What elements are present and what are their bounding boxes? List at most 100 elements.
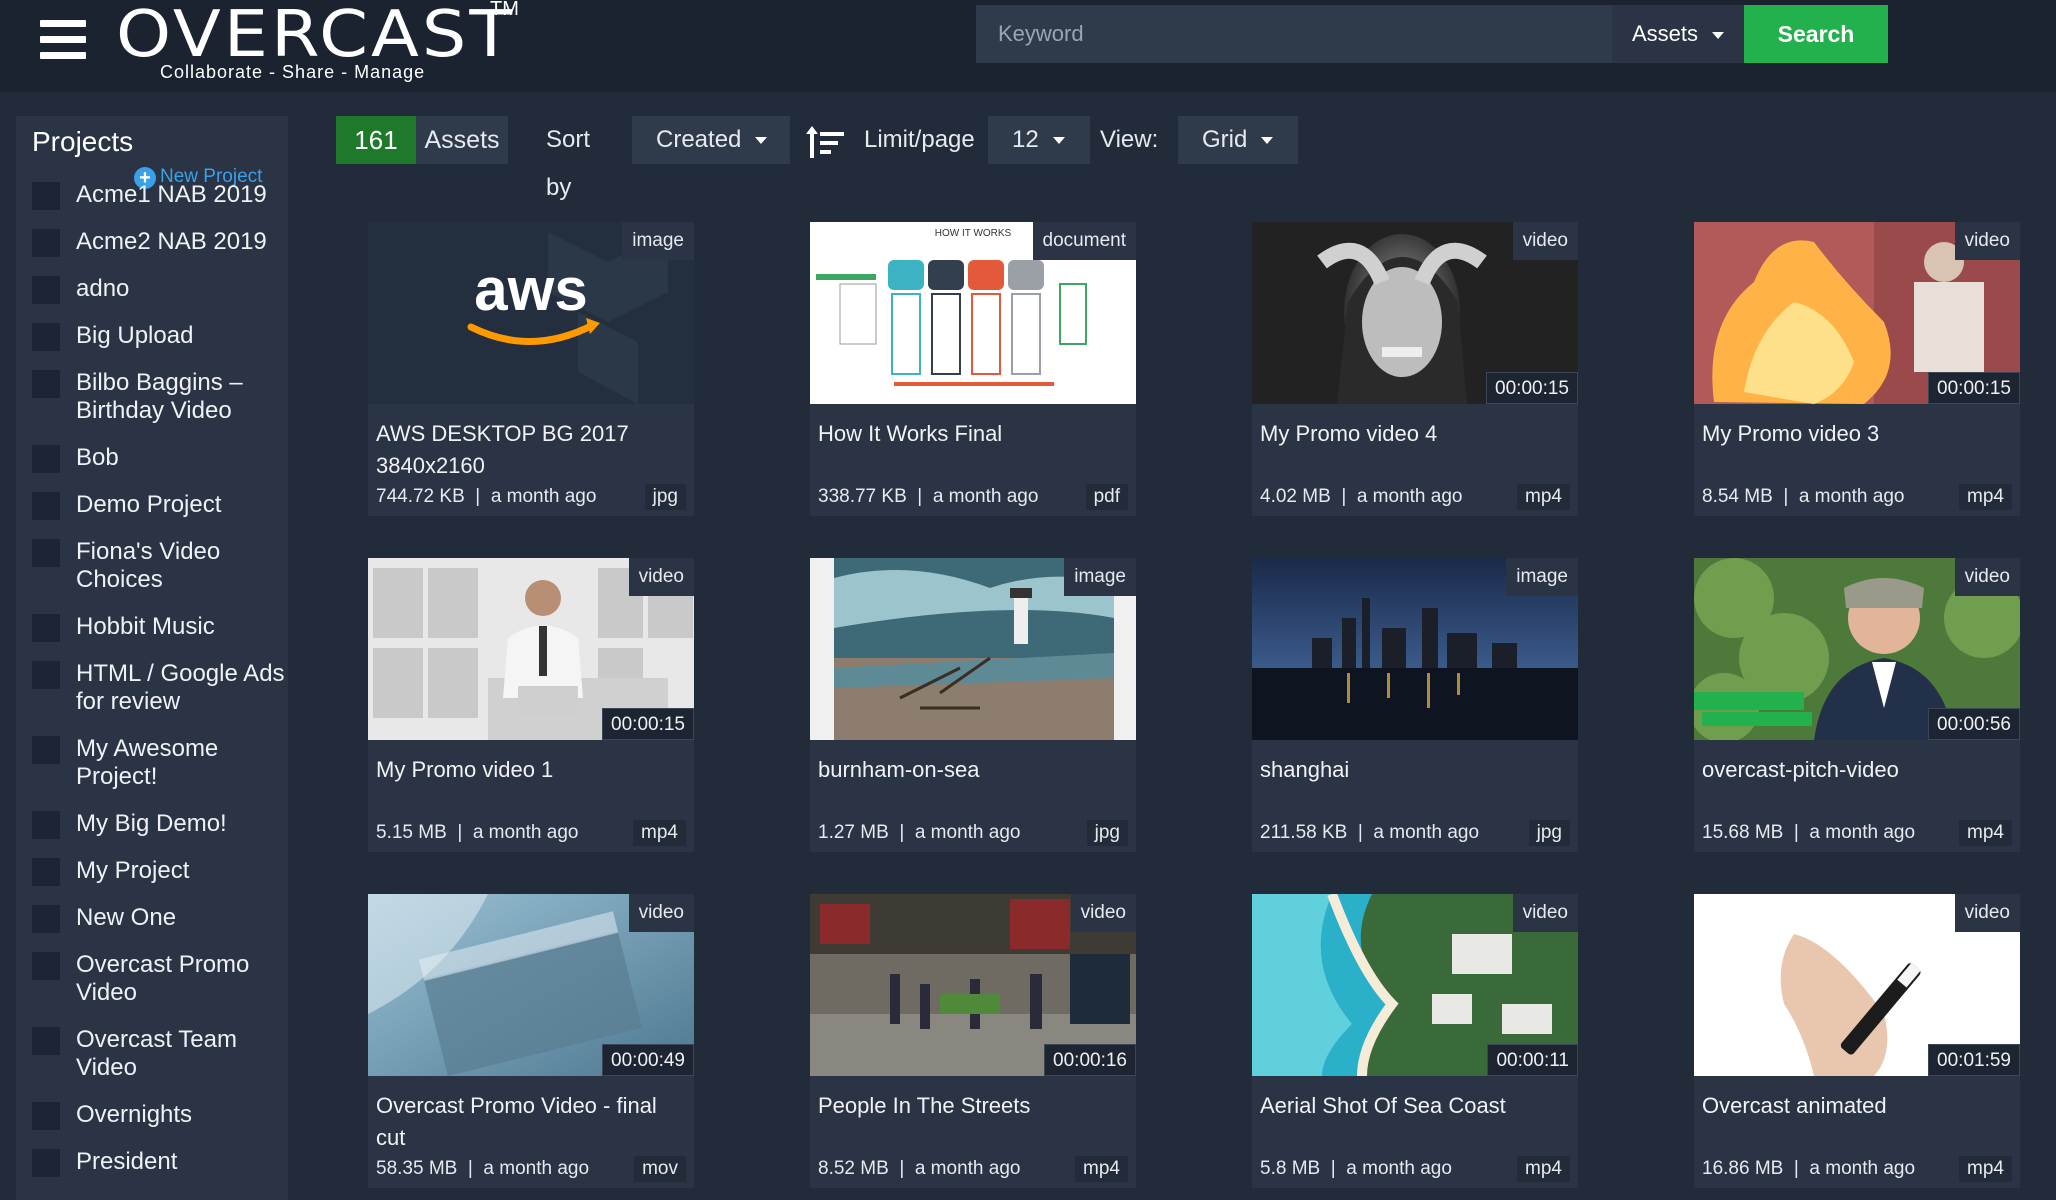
hamburger-menu-icon[interactable] [40,20,86,62]
project-list-item[interactable]: Big Upload [16,313,288,360]
asset-thumbnail[interactable]: video 00:00:56 [1694,558,2020,740]
video-duration: 00:00:11 [1487,1044,1578,1076]
sort-by-dropdown[interactable]: Created [632,116,790,164]
sort-by-label: Sort by [546,126,591,201]
asset-thumbnail[interactable]: video 00:00:49 [368,894,694,1076]
project-list-item[interactable]: New One [16,895,288,942]
asset-meta: 211.58 KB | a month ago [1260,822,1479,844]
asset-card[interactable]: video 00:01:59 Overcast animated 16.86 MB |… [1694,894,2020,1188]
asset-card[interactable]: video 00:00:16 People In The Streets 8.52 M… [810,894,1136,1188]
project-checkbox[interactable] [32,1149,60,1177]
asset-thumbnail[interactable]: video 00:00:16 [810,894,1136,1076]
project-checkbox[interactable] [32,1102,60,1130]
asset-title[interactable]: burnham-on-sea [818,754,1124,786]
asset-card[interactable]: image burnham-on-sea 1.27 MB | a month ago… [810,558,1136,852]
project-checkbox[interactable] [32,736,60,764]
keyword-search-input[interactable] [976,5,1612,63]
project-checkbox[interactable] [32,323,60,351]
asset-title[interactable]: Aerial Shot Of Sea Coast [1260,1090,1566,1122]
project-checkbox[interactable] [32,1027,60,1055]
asset-age: a month ago [1346,1158,1452,1179]
asset-thumbnail[interactable]: video 00:00:11 [1252,894,1578,1076]
asset-title[interactable]: How It Works Final [818,418,1124,450]
project-checkbox[interactable] [32,811,60,839]
limit-per-page-dropdown[interactable]: 12 [988,116,1090,164]
project-list-item[interactable]: Acme2 NAB 2019 [16,219,288,266]
project-checkbox[interactable] [32,182,60,210]
asset-thumbnail[interactable]: video 00:01:59 [1694,894,2020,1076]
meta-separator: | [1330,486,1357,507]
project-list-item[interactable]: adno [16,266,288,313]
project-checkbox[interactable] [32,952,60,980]
asset-thumbnail[interactable]: image [810,558,1136,740]
search-scope-dropdown[interactable]: Assets [1612,5,1744,63]
asset-file-size: 1.27 MB [818,822,889,843]
asset-thumbnail[interactable]: video 00:00:15 [1694,222,2020,404]
project-list-item[interactable]: My Big Demo! [16,801,288,848]
meta-separator: | [888,1158,915,1179]
project-list-item[interactable]: My Awesome Project! [16,726,288,801]
overcast-logo[interactable]: OVERCAST [116,0,515,71]
project-checkbox[interactable] [32,858,60,886]
project-name: President [76,1148,178,1175]
limit-per-page-value: 12 [1012,126,1039,153]
project-list-item[interactable]: Overcast Promo Video [16,942,288,1017]
asset-file-size: 5.8 MB [1260,1158,1321,1179]
asset-card[interactable]: aws image AWS DESKTOP BG 2017 3840x2160 74… [368,222,694,516]
asset-card[interactable]: video 00:00:15 My Promo video 4 4.02 MB | a… [1252,222,1578,516]
asset-card[interactable]: video 00:00:49 Overcast Promo Video - fina… [368,894,694,1188]
asset-meta: 15.68 MB | a month ago [1702,822,1915,844]
asset-thumbnail[interactable]: video 00:00:15 [368,558,694,740]
project-list-item[interactable]: Demo Project [16,482,288,529]
asset-meta: 8.54 MB | a month ago [1702,486,1904,508]
project-list-item[interactable]: HTML / Google Ads for review [16,651,288,726]
asset-file-extension: mp4 [1959,1156,2012,1182]
asset-card[interactable]: video 00:00:15 My Promo video 3 8.54 MB | a… [1694,222,2020,516]
project-checkbox[interactable] [32,276,60,304]
project-list-item[interactable]: Bob [16,435,288,482]
project-list-item[interactable]: Hobbit Music [16,604,288,651]
project-checkbox[interactable] [32,370,60,398]
asset-thumbnail[interactable]: video 00:00:15 [1252,222,1578,404]
asset-title[interactable]: My Promo video 4 [1260,418,1566,450]
search-button[interactable]: Search [1744,5,1888,63]
asset-title[interactable]: My Promo video 3 [1702,418,2008,450]
asset-card[interactable]: video 00:00:56 overcast-pitch-video 15.68 M… [1694,558,2020,852]
asset-card[interactable]: video 00:00:11 Aerial Shot Of Sea Coast 5.8… [1252,894,1578,1188]
project-checkbox[interactable] [32,229,60,257]
project-checkbox[interactable] [32,614,60,642]
project-list-item[interactable]: Acme1 NAB 2019 [16,172,288,219]
asset-title[interactable]: overcast-pitch-video [1702,754,2008,786]
project-checkbox[interactable] [32,661,60,689]
view-mode-dropdown[interactable]: Grid [1178,116,1298,164]
project-list-item[interactable]: Overcast Team Video [16,1017,288,1092]
project-checkbox[interactable] [32,539,60,567]
asset-title[interactable]: shanghai [1260,754,1566,786]
project-list-item[interactable]: Overnights [16,1092,288,1139]
project-list-item[interactable]: Fiona's Video Choices [16,529,288,604]
asset-title[interactable]: AWS DESKTOP BG 2017 3840x2160 [376,418,682,482]
asset-thumbnail[interactable]: image [1252,558,1578,740]
project-checkbox[interactable] [32,445,60,473]
project-list-item[interactable]: My Project [16,848,288,895]
asset-title[interactable]: Overcast animated [1702,1090,2008,1122]
asset-title[interactable]: People In The Streets [818,1090,1124,1122]
project-list-item[interactable]: Bilbo Baggins – Birthday Video [16,360,288,435]
project-checkbox[interactable] [32,905,60,933]
meta-separator: | [1783,1158,1810,1179]
project-name: Bob [76,444,119,471]
asset-card[interactable]: HOW IT WORKS document How It Works Final 3… [810,222,1136,516]
asset-thumbnail[interactable]: aws image [368,222,694,404]
asset-title[interactable]: My Promo video 1 [376,754,682,786]
project-checkbox[interactable] [32,492,60,520]
asset-age: a month ago [1809,822,1916,843]
asset-file-size: 744.72 KB [376,486,465,507]
asset-file-extension: mp4 [1959,484,2012,510]
asset-thumbnail[interactable]: HOW IT WORKS document [810,222,1136,404]
sort-direction-icon[interactable] [806,126,846,158]
project-list-item[interactable]: President [16,1139,288,1186]
asset-card[interactable]: image shanghai 211.58 KB | a month ago jpg [1252,558,1578,852]
asset-title[interactable]: Overcast Promo Video - final cut [376,1090,682,1154]
asset-card[interactable]: video 00:00:15 My Promo video 1 5.15 MB | a… [368,558,694,852]
asset-type-badge: video [1512,222,1578,260]
